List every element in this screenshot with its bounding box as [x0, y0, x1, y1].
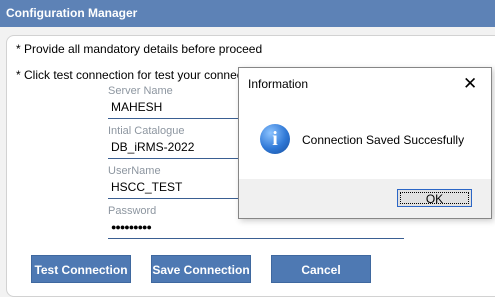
save-connection-button[interactable]: Save Connection	[151, 255, 251, 283]
test-connection-button[interactable]: Test Connection	[31, 255, 131, 283]
dialog-footer: OK	[239, 179, 491, 218]
close-icon[interactable]: ✕	[463, 75, 477, 92]
note-test-connection: * Click test connection for test your co…	[16, 68, 238, 82]
ok-button-label: OK	[425, 192, 444, 206]
window-title: Configuration Manager	[6, 6, 138, 20]
dialog-message: Connection Saved Succesfully	[302, 133, 465, 147]
password-input[interactable]: ●●●●●●●●●	[108, 218, 404, 236]
ok-button[interactable]: OK	[397, 189, 472, 207]
password-underline	[108, 238, 404, 239]
cancel-button[interactable]: Cancel	[271, 255, 371, 283]
information-dialog: Information ✕ i Connection Saved Succesf…	[238, 67, 492, 219]
dialog-title: Information	[248, 77, 309, 91]
window-titlebar: Configuration Manager	[0, 0, 495, 27]
info-icon: i	[260, 124, 290, 154]
note-mandatory: * Provide all mandatory details before p…	[16, 42, 263, 56]
